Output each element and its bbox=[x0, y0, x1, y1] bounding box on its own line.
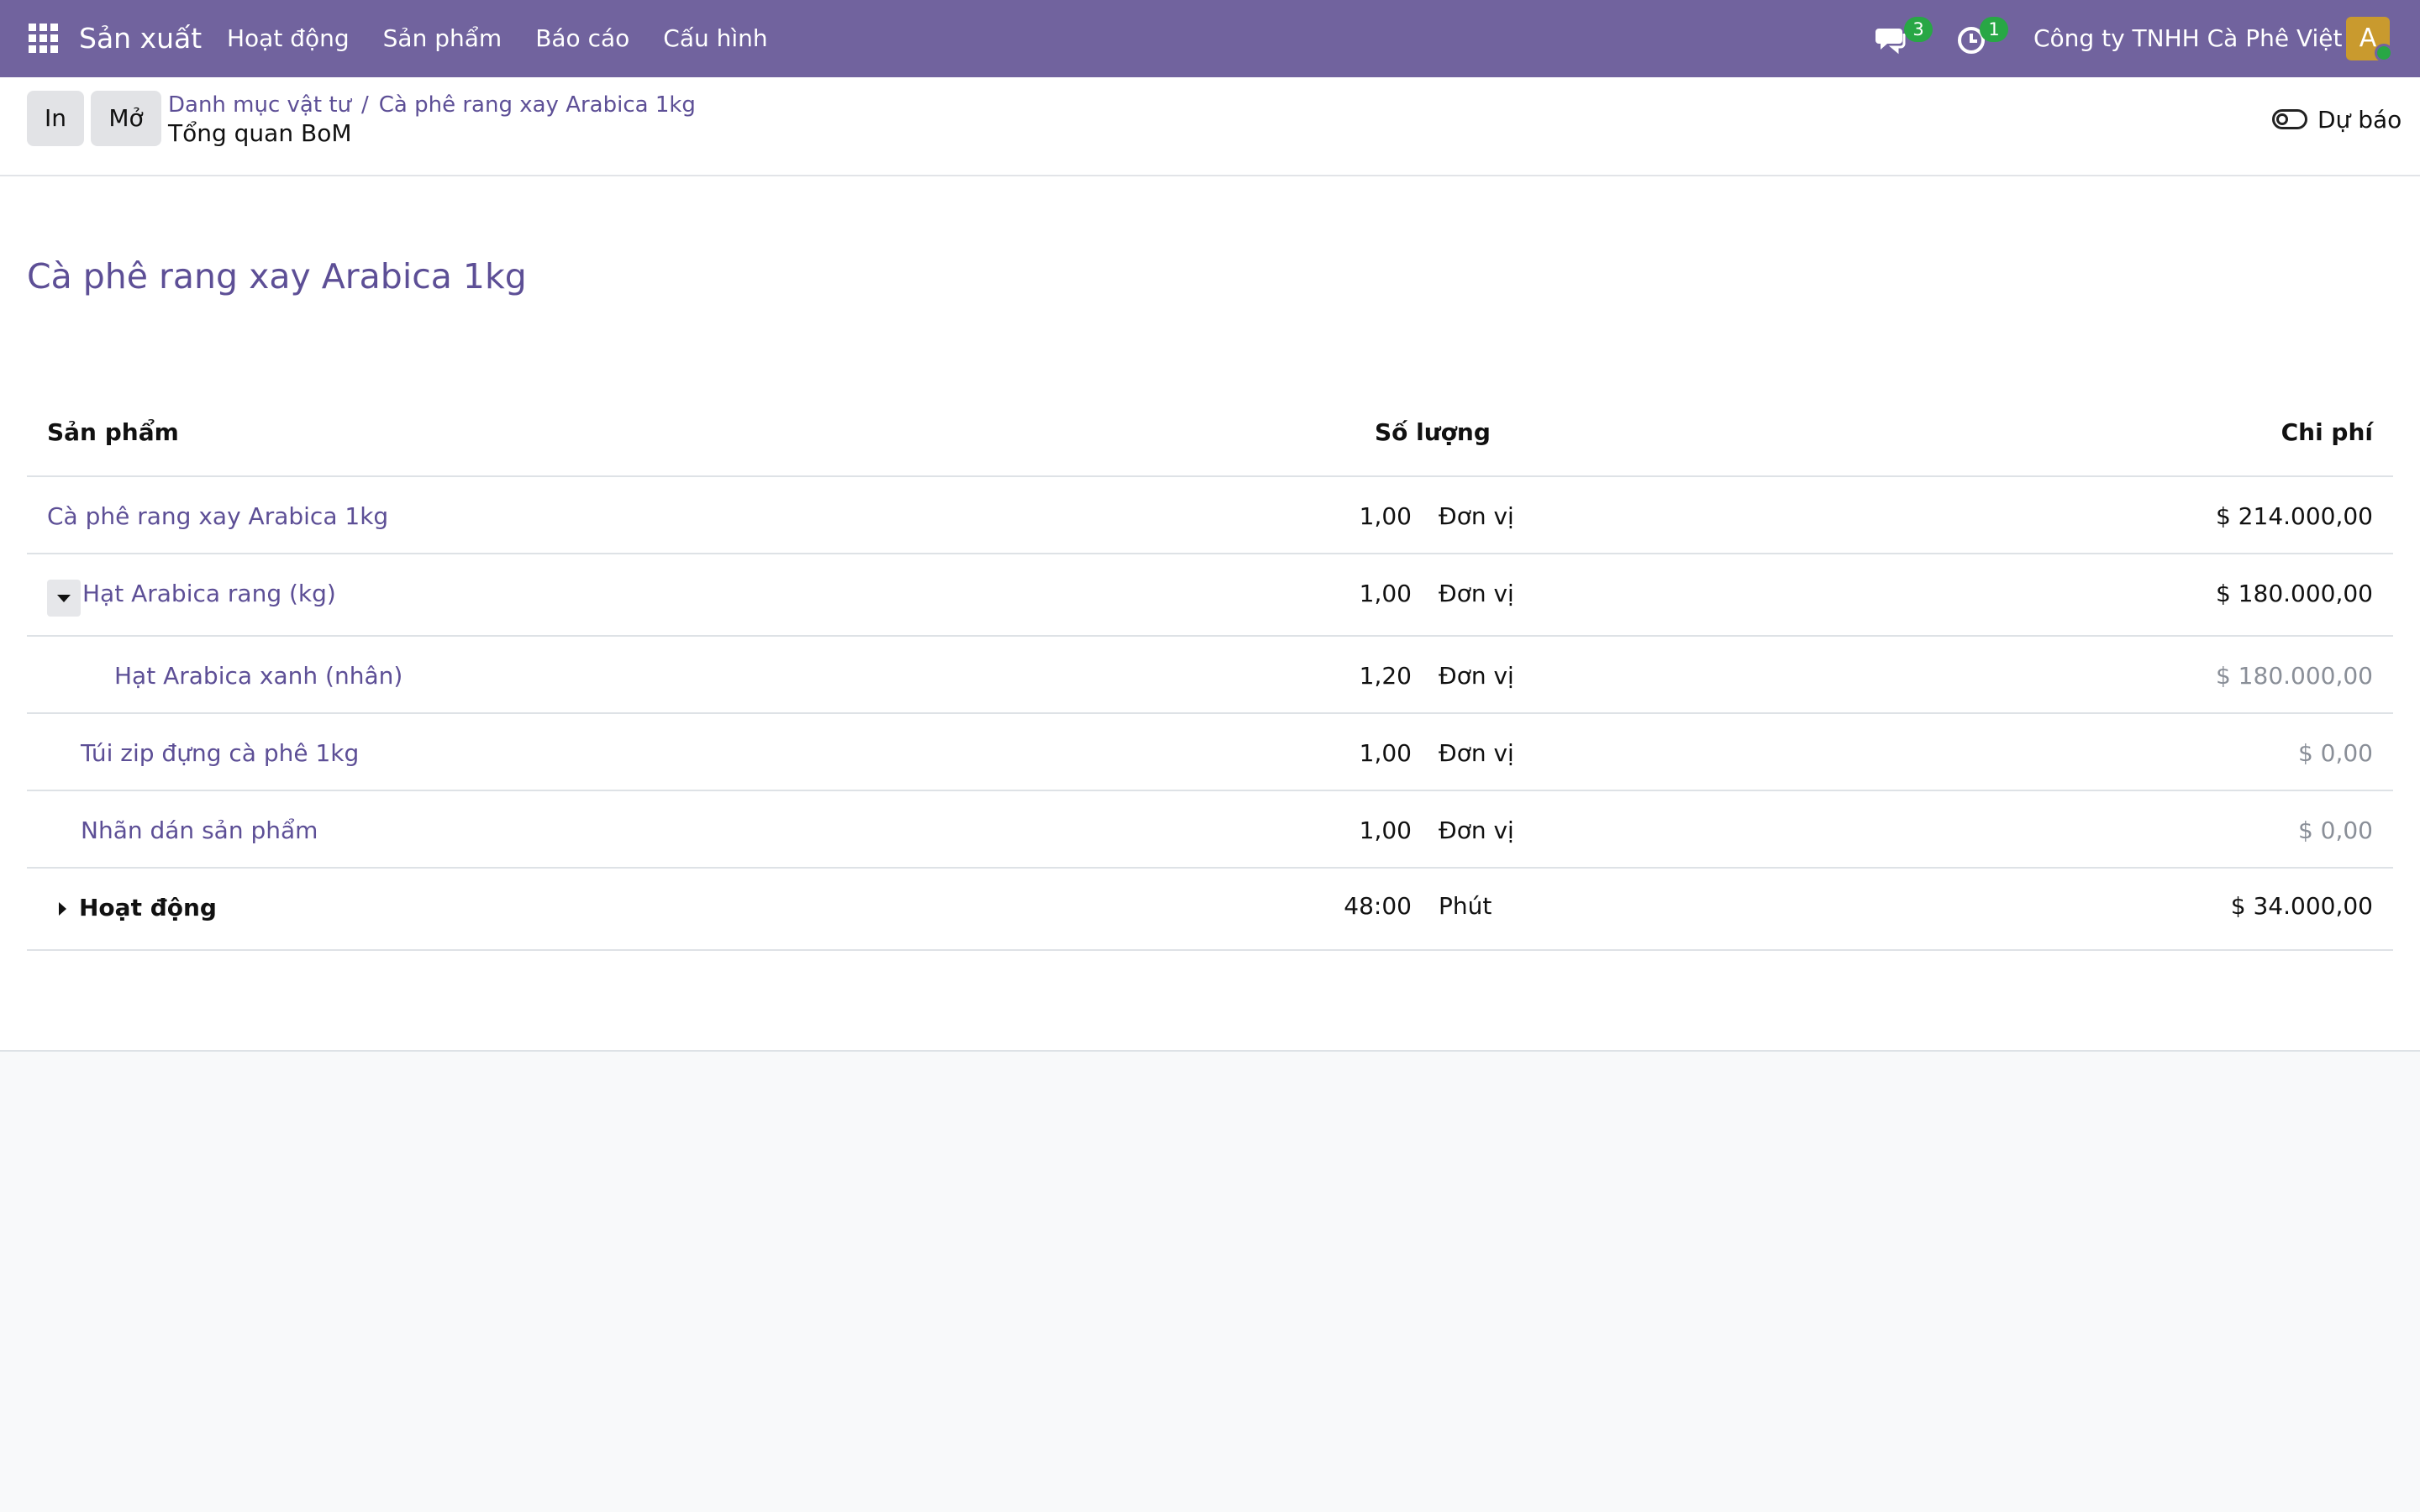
expand-caret-icon[interactable] bbox=[59, 902, 66, 916]
collapse-caret-icon[interactable] bbox=[47, 580, 81, 617]
column-product: Sản phẩm bbox=[47, 418, 179, 446]
main-menu: Hoạt động Sản phẩm Báo cáo Cấu hình bbox=[210, 0, 785, 77]
quantity-value: 1,20 bbox=[1359, 662, 1412, 690]
table-row: Nhãn dán sản phẩm 1,00 Đơn vị $ 0,00 bbox=[27, 791, 2393, 869]
uom-value: Đơn vị bbox=[1439, 580, 1514, 607]
breadcrumb-separator: / bbox=[361, 92, 369, 118]
bom-overview-sheet: Cà phê rang xay Arabica 1kg Sản phẩm Số … bbox=[0, 176, 2420, 1052]
online-status-dot bbox=[2375, 44, 2393, 62]
breadcrumb: Danh mục vật tư / Cà phê rang xay Arabica … bbox=[168, 92, 696, 118]
app-name[interactable]: Sản xuất bbox=[79, 0, 202, 77]
uom-value: Đơn vị bbox=[1439, 739, 1514, 767]
cost-value: $ 0,00 bbox=[2297, 816, 2373, 844]
quantity-value: 1,00 bbox=[1359, 739, 1412, 767]
table-row: Cà phê rang xay Arabica 1kg 1,00 Đơn vị … bbox=[27, 477, 2393, 554]
menu-products[interactable]: Sản phẩm bbox=[366, 0, 519, 77]
cost-value: $ 0,00 bbox=[2297, 739, 2373, 767]
uom-value: Đơn vị bbox=[1439, 502, 1514, 530]
table-row: Hạt Arabica rang (kg) 1,00 Đơn vị $ 180.… bbox=[27, 554, 2393, 637]
forecast-label: Dự báo bbox=[2317, 105, 2402, 134]
uom-value: Đơn vị bbox=[1439, 816, 1514, 844]
top-navbar: Sản xuất Hoạt động Sản phẩm Báo cáo Cấu … bbox=[0, 0, 2420, 77]
product-link[interactable]: Cà phê rang xay Arabica 1kg bbox=[47, 502, 388, 530]
bom-table: Sản phẩm Số lượng Chi phí Cà phê rang xa… bbox=[27, 395, 2393, 951]
breadcrumb-bom-list[interactable]: Danh mục vật tư bbox=[168, 92, 351, 118]
toggle-knob bbox=[2276, 113, 2288, 125]
operations-cost: $ 34.000,00 bbox=[2230, 892, 2373, 920]
operations-label[interactable]: Hoạt động bbox=[79, 894, 217, 921]
table-header: Sản phẩm Số lượng Chi phí bbox=[27, 395, 2393, 477]
activities-badge: 1 bbox=[1980, 17, 2008, 42]
messages-badge: 3 bbox=[1904, 17, 1933, 42]
apps-grid-icon[interactable] bbox=[29, 24, 59, 54]
quantity-value: 1,00 bbox=[1359, 502, 1412, 530]
cost-value: $ 214.000,00 bbox=[2215, 502, 2373, 530]
menu-configuration[interactable]: Cấu hình bbox=[646, 0, 784, 77]
duration-value: 48:00 bbox=[1344, 892, 1412, 920]
column-cost: Chi phí bbox=[2281, 418, 2373, 446]
product-link[interactable]: Hạt Arabica xanh (nhân) bbox=[114, 662, 402, 690]
menu-reporting[interactable]: Báo cáo bbox=[518, 0, 646, 77]
quantity-value: 1,00 bbox=[1359, 816, 1412, 844]
menu-operations[interactable]: Hoạt động bbox=[210, 0, 366, 77]
cost-value: $ 180.000,00 bbox=[2215, 662, 2373, 690]
duration-uom: Phút bbox=[1439, 892, 1492, 920]
product-link[interactable]: Túi zip đựng cà phê 1kg bbox=[81, 739, 359, 767]
control-panel: In Mở Danh mục vật tư / Cà phê rang xay Ar… bbox=[0, 77, 2420, 176]
column-quantity: Số lượng bbox=[1375, 418, 1491, 446]
print-button[interactable]: In bbox=[27, 91, 84, 146]
table-row: Túi zip đựng cà phê 1kg 1,00 Đơn vị $ 0,… bbox=[27, 714, 2393, 791]
table-row: Hạt Arabica xanh (nhân) 1,20 Đơn vị $ 18… bbox=[27, 637, 2393, 714]
open-button[interactable]: Mở bbox=[91, 91, 161, 146]
product-link[interactable]: Hạt Arabica rang (kg) bbox=[82, 580, 336, 607]
operations-row: Hoạt động 48:00 Phút $ 34.000,00 bbox=[27, 869, 2393, 951]
breadcrumb-bom-record[interactable]: Cà phê rang xay Arabica 1kg bbox=[379, 92, 696, 118]
bom-title[interactable]: Cà phê rang xay Arabica 1kg bbox=[27, 256, 527, 297]
forecast-toggle[interactable]: Dự báo bbox=[2272, 101, 2402, 138]
company-switcher[interactable]: Công ty TNHH Cà Phê Việt bbox=[2033, 0, 2343, 77]
product-link[interactable]: Nhãn dán sản phẩm bbox=[81, 816, 318, 844]
quantity-value: 1,00 bbox=[1359, 580, 1412, 607]
uom-value: Đơn vị bbox=[1439, 662, 1514, 690]
toggle-switch-icon[interactable] bbox=[2272, 109, 2307, 129]
page-title: Tổng quan BoM bbox=[168, 119, 352, 147]
cost-value: $ 180.000,00 bbox=[2215, 580, 2373, 607]
